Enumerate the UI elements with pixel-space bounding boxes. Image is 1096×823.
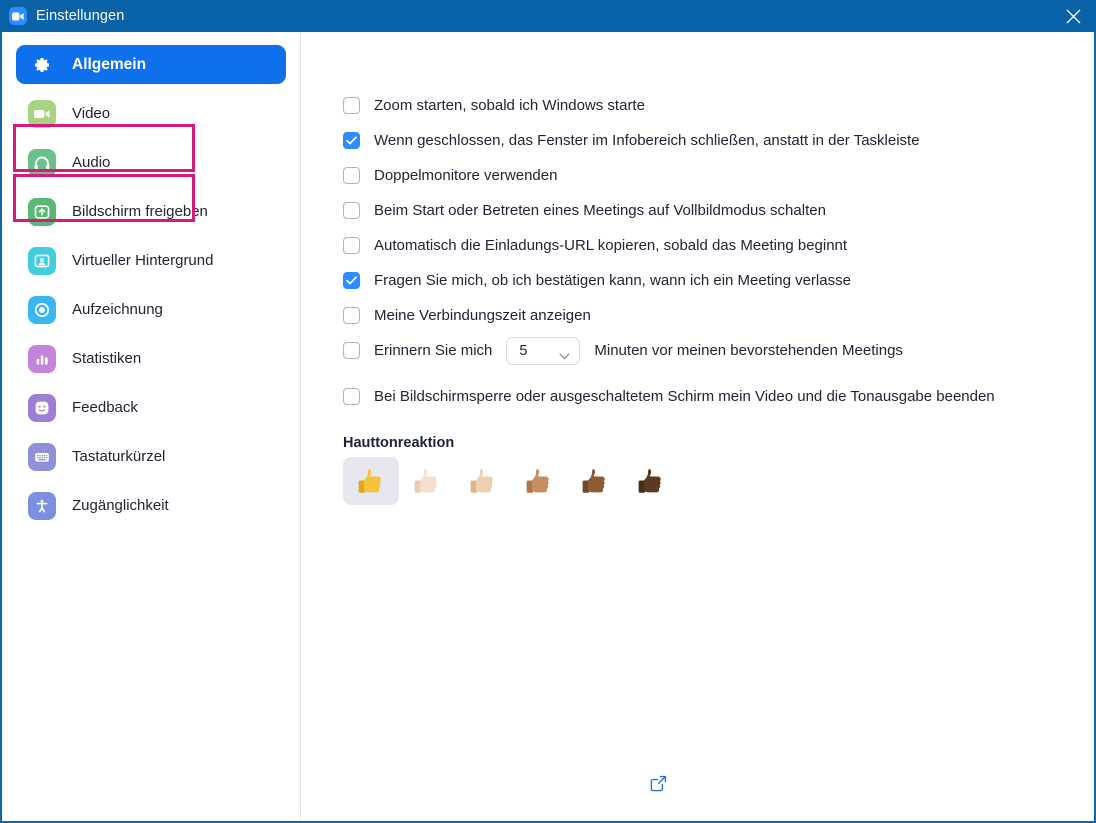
checkbox-fullscreen-on-join[interactable] (343, 202, 360, 219)
bar-chart-icon (28, 344, 56, 373)
checkbox-row[interactable]: Beim Start oder Betreten eines Meetings … (343, 193, 1094, 228)
title-bar: Einstellungen (0, 0, 1096, 32)
checkbox-row[interactable]: Automatisch die Einladungs-URL kopieren,… (343, 228, 1094, 263)
accessibility-person-icon (28, 491, 56, 520)
checkbox-show-connected-time[interactable] (343, 307, 360, 324)
checkbox-label: Doppelmonitore verwenden (374, 167, 558, 184)
sidebar-item-label: Statistiken (72, 350, 142, 367)
reminder-row[interactable]: Erinnern Sie mich 5 Minuten vor meinen b… (343, 333, 1094, 368)
reminder-minutes-select[interactable]: 5 (506, 336, 581, 365)
settings-sidebar: Allgemein Video Audio Bildschirm freigeb… (2, 32, 301, 821)
virtual-background-icon (28, 246, 56, 275)
thumbs-up-icon-tone-medium[interactable] (511, 457, 567, 505)
checkbox-label: Automatisch die Einladungs-URL kopieren,… (374, 237, 848, 254)
video-camera-icon (28, 99, 56, 128)
reminder-minutes-value: 5 (519, 342, 528, 359)
checkbox-label: Beim Start oder Betreten eines Meetings … (374, 202, 826, 219)
thumbs-up-icon-tone-medium-dark[interactable] (567, 457, 623, 505)
checkbox-row[interactable]: Bei Bildschirmsperre oder ausgeschaltete… (343, 379, 1094, 414)
reminder-label-after: Minuten vor meinen bevorstehenden Meetin… (594, 342, 903, 359)
checkbox-row[interactable]: Wenn geschlossen, das Fenster im Infober… (343, 123, 1094, 158)
thumbs-up-icon-tone-default-yellow[interactable] (343, 457, 399, 505)
sidebar-item-label: Feedback (72, 399, 138, 416)
sidebar-item-label: Zugänglichkeit (72, 497, 169, 514)
sidebar-item-allgemein[interactable]: Allgemein (16, 45, 286, 84)
sidebar-item-feedback[interactable]: Feedback (16, 388, 286, 427)
sidebar-item-virtueller-hintergrund[interactable]: Virtueller Hintergrund (16, 241, 286, 280)
checkbox-row[interactable]: Meine Verbindungszeit anzeigen (343, 298, 1094, 333)
close-icon[interactable] (1050, 0, 1096, 32)
checkbox-label: Wenn geschlossen, das Fenster im Infober… (374, 132, 920, 149)
checkbox-label: Bei Bildschirmsperre oder ausgeschaltete… (374, 388, 995, 405)
checkbox-use-dual-monitors[interactable] (343, 167, 360, 184)
skin-tone-section-title: Hauttonreaktion (343, 435, 455, 451)
gear-icon (28, 51, 56, 79)
checkbox-row[interactable]: Doppelmonitore verwenden (343, 158, 1094, 193)
sidebar-item-label: Audio (72, 154, 111, 171)
zoom-camera-icon (9, 7, 27, 25)
open-external-icon[interactable] (649, 774, 669, 794)
general-settings-panel: Zoom starten, sobald ich Windows starte … (301, 32, 1094, 821)
headphones-icon (28, 148, 56, 177)
sidebar-item-video[interactable]: Video (16, 94, 286, 133)
sidebar-item-label: Allgemein (72, 55, 147, 73)
checkbox-remind-me-before-meetings[interactable] (343, 342, 360, 359)
thumbs-up-icon-tone-medium-light[interactable] (455, 457, 511, 505)
sidebar-item-tastaturkuerzel[interactable]: Tastaturkürzel (16, 437, 286, 476)
sidebar-item-label: Virtueller Hintergrund (72, 252, 214, 269)
record-circle-icon (28, 295, 56, 324)
skin-tone-picker (343, 457, 1094, 505)
chevron-down-icon (559, 347, 570, 365)
checkbox-row[interactable]: Fragen Sie mich, ob ich bestätigen kann,… (343, 263, 1094, 298)
window-title: Einstellungen (36, 8, 125, 24)
thumbs-up-icon-tone-light[interactable] (399, 457, 455, 505)
checkbox-minimize-to-notification-area[interactable] (343, 132, 360, 149)
share-screen-arrow-icon (28, 197, 56, 226)
checkbox-start-zoom-with-windows[interactable] (343, 97, 360, 114)
checkbox-copy-invite-url[interactable] (343, 237, 360, 254)
sidebar-item-label: Aufzeichnung (72, 301, 163, 318)
sidebar-item-aufzeichnung[interactable]: Aufzeichnung (16, 290, 286, 329)
checkbox-confirm-leave-meeting[interactable] (343, 272, 360, 289)
keyboard-icon (28, 442, 56, 471)
sidebar-item-zugaenglichkeit[interactable]: Zugänglichkeit (16, 486, 286, 525)
thumbs-up-icon-tone-dark[interactable] (623, 457, 679, 505)
checkbox-label: Fragen Sie mich, ob ich bestätigen kann,… (374, 272, 851, 289)
checkbox-stop-video-audio-on-lock[interactable] (343, 388, 360, 405)
window-body: Allgemein Video Audio Bildschirm freigeb… (2, 32, 1094, 821)
reminder-label-before: Erinnern Sie mich (374, 342, 493, 359)
sidebar-item-label: Bildschirm freigeben (72, 203, 208, 220)
sidebar-item-audio[interactable]: Audio (16, 143, 286, 182)
sidebar-item-label: Tastaturkürzel (72, 448, 166, 465)
checkbox-label: Meine Verbindungszeit anzeigen (374, 307, 591, 324)
settings-window: Einstellungen Allgemein Video Audio Bild… (0, 0, 1096, 823)
sidebar-item-label: Video (72, 105, 111, 122)
sidebar-item-statistiken[interactable]: Statistiken (16, 339, 286, 378)
sidebar-item-bildschirm-freigeben[interactable]: Bildschirm freigeben (16, 192, 286, 231)
checkbox-row[interactable]: Zoom starten, sobald ich Windows starte (343, 88, 1094, 123)
smiley-face-icon (28, 393, 56, 422)
checkbox-label: Zoom starten, sobald ich Windows starte (374, 97, 645, 114)
